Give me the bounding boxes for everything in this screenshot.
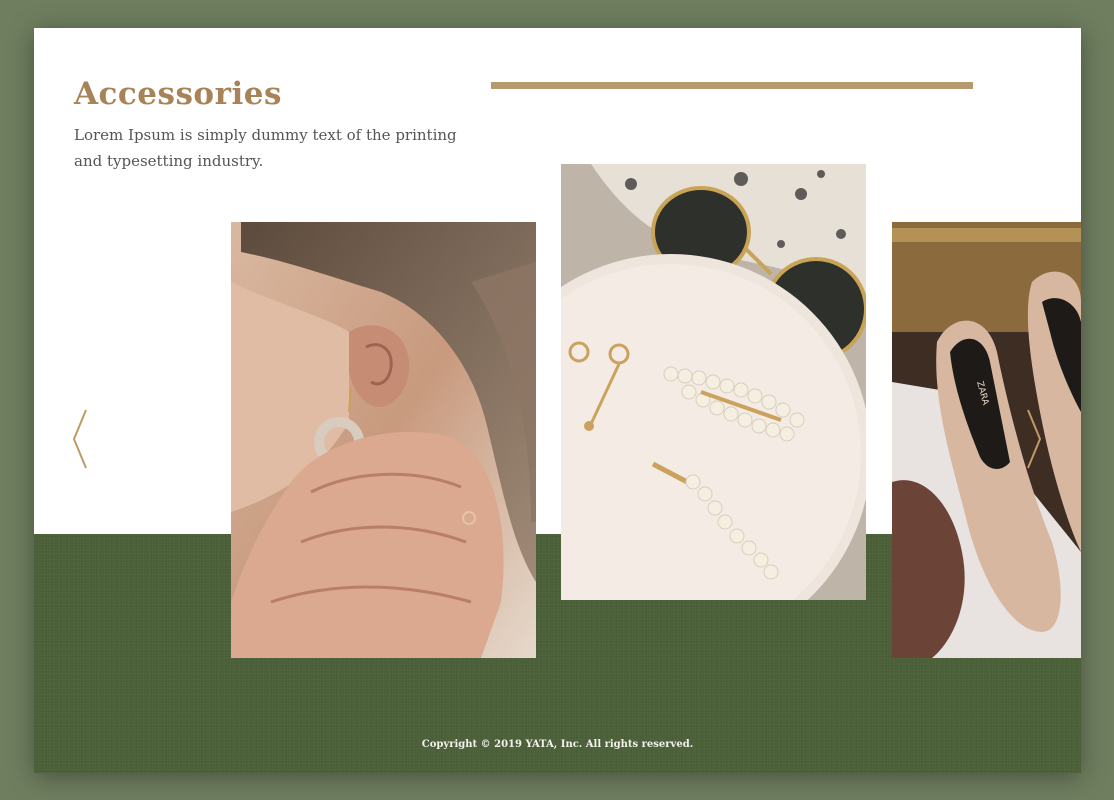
footer-copyright: Copyright © 2019 YATA, Inc. All rights r… xyxy=(421,739,694,750)
page-frame: Accessories Lorem Ipsum is simply dummy … xyxy=(34,28,1081,773)
accent-divider xyxy=(491,82,973,89)
carousel-next-button[interactable] xyxy=(1022,406,1046,472)
gallery-image-shoes[interactable]: ZARA xyxy=(892,222,1081,658)
chevron-left-icon xyxy=(72,409,87,469)
carousel-prev-button[interactable] xyxy=(68,406,92,472)
chevron-right-icon xyxy=(1027,409,1042,469)
gallery-image-flatlay[interactable] xyxy=(561,164,866,600)
section-title: Accessories xyxy=(74,76,282,112)
section-description: Lorem Ipsum is simply dummy text of the … xyxy=(74,126,457,170)
gallery-image-earring[interactable] xyxy=(231,222,536,658)
